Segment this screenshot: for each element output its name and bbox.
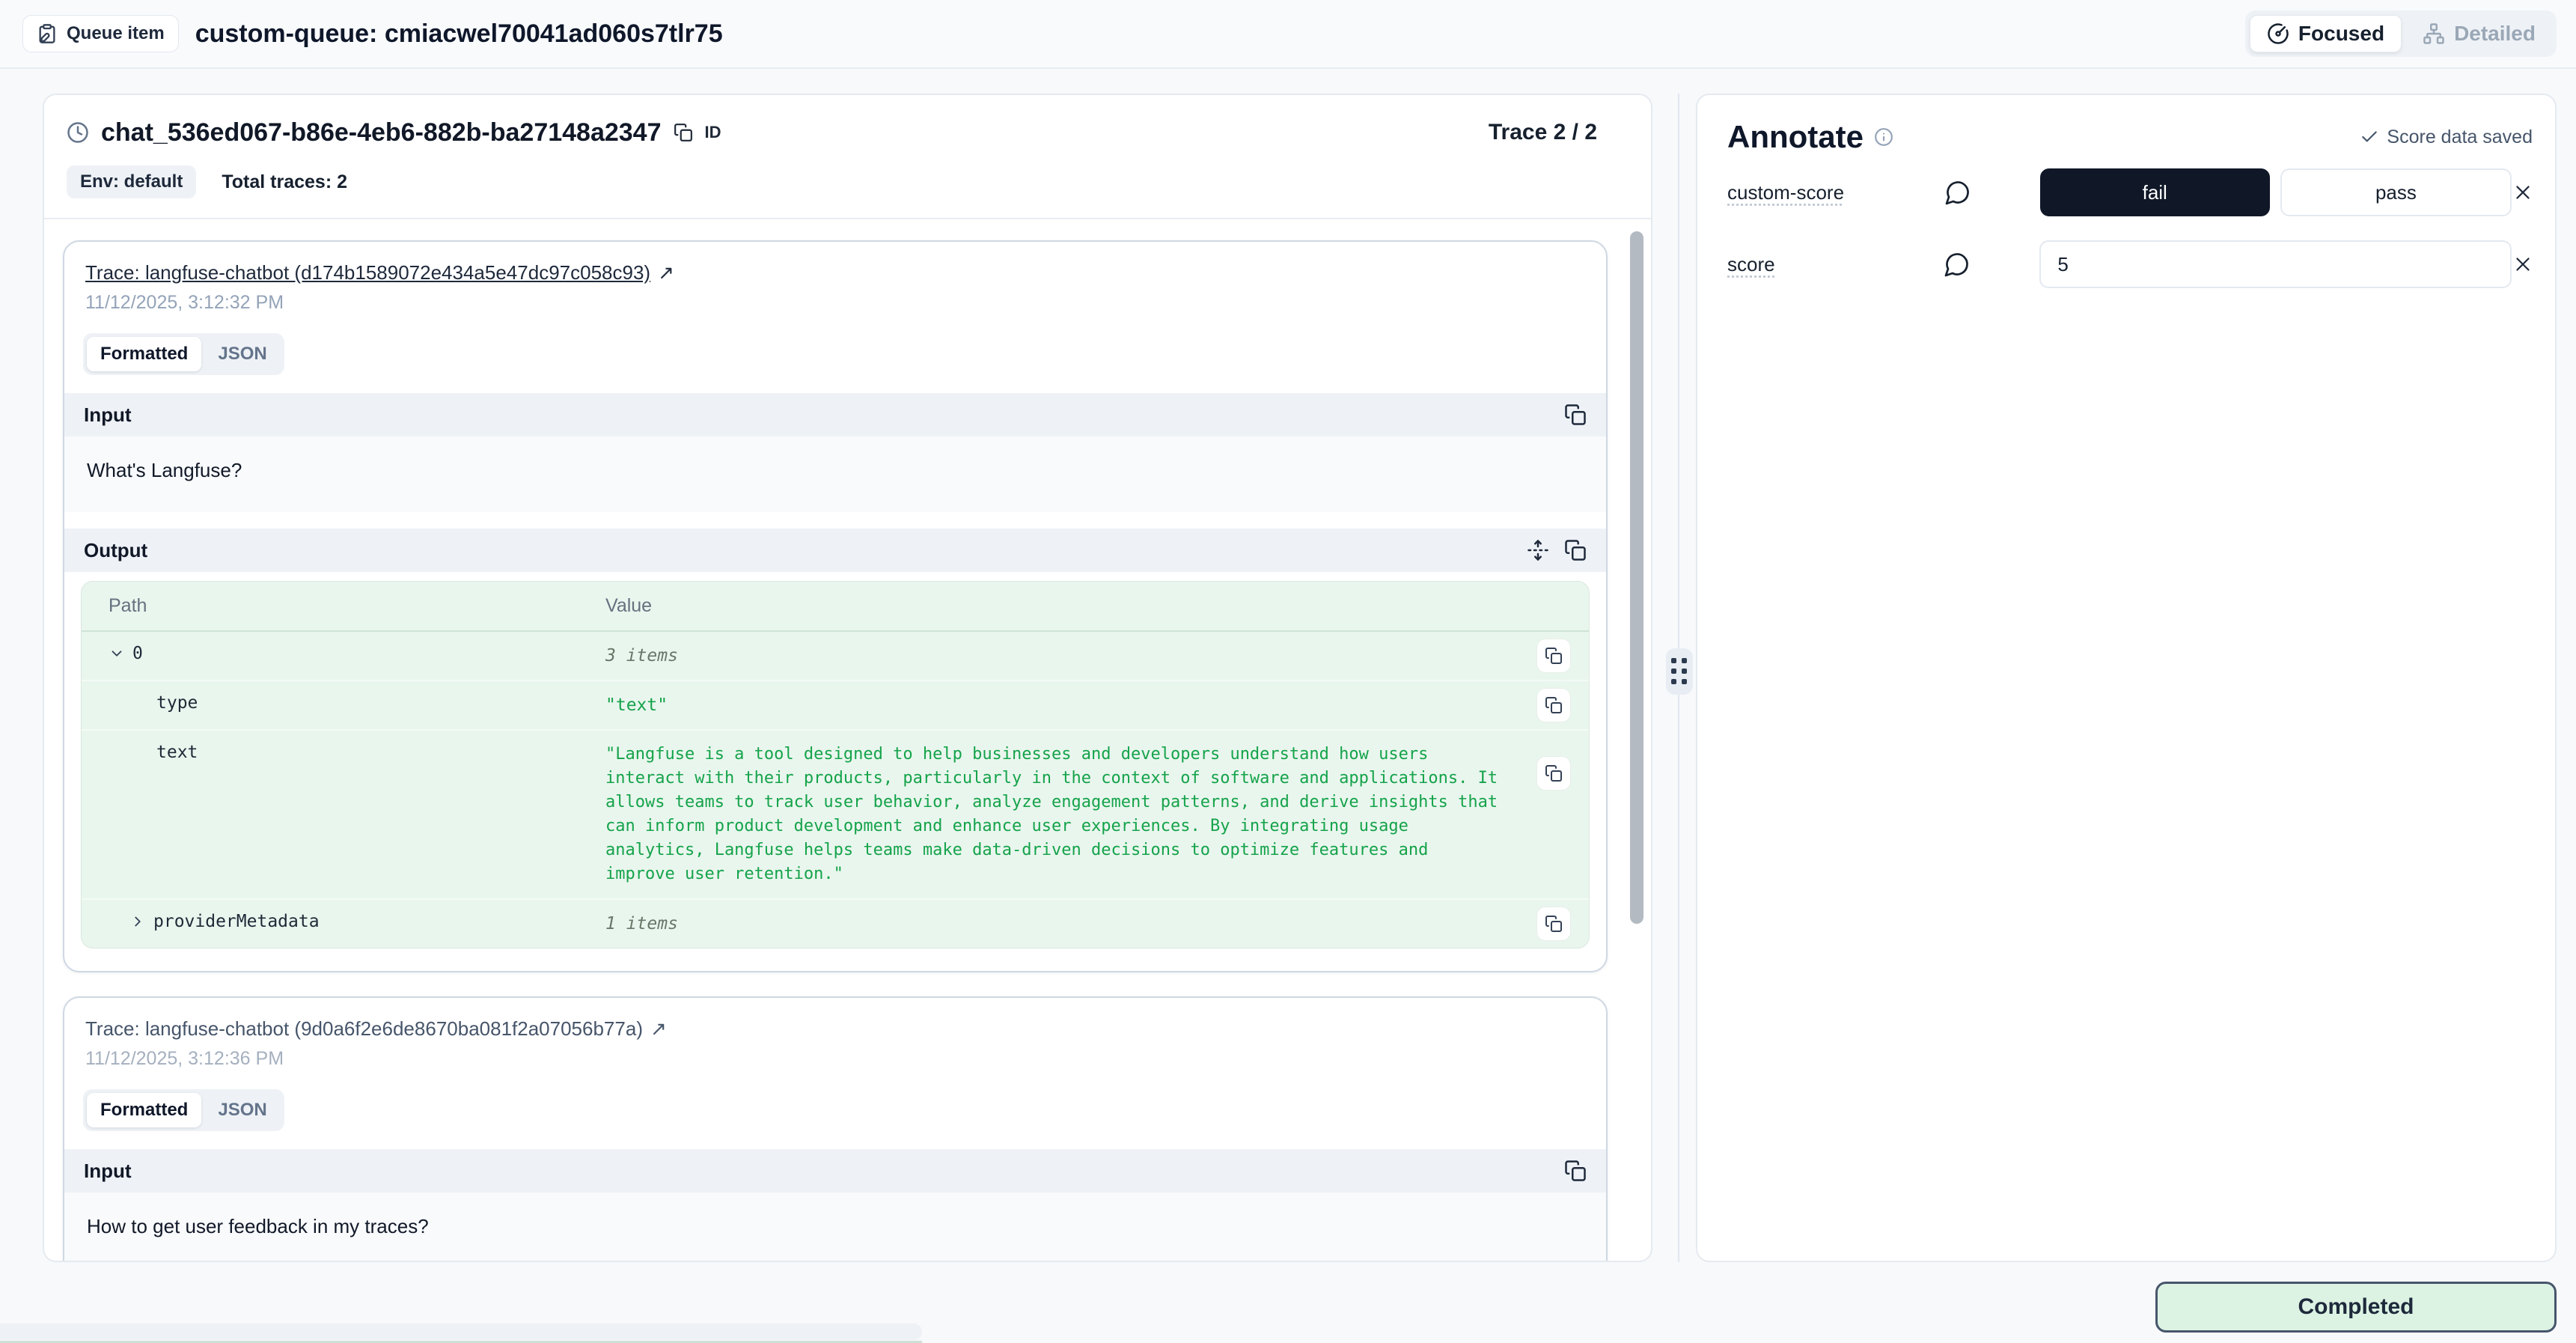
scrollbar-thumb[interactable] xyxy=(1630,231,1643,924)
copy-output-icon[interactable] xyxy=(1564,539,1587,561)
focused-view-label: Focused xyxy=(2298,22,2384,46)
trace-card-2: Trace: langfuse-chatbot (9d0a6f2e6de8670… xyxy=(63,996,1608,1262)
left-panel-scrollbar[interactable] xyxy=(1630,227,1643,1256)
value-items: 1 items xyxy=(605,912,1589,936)
detailed-view-label: Detailed xyxy=(2454,22,2536,46)
output-section-header: Output xyxy=(64,529,1606,572)
queue-item-panel: chat_536ed067-b86e-4eb6-882b-ba27148a234… xyxy=(43,94,1652,1262)
view-mode-toggle: Focused Detailed xyxy=(2245,10,2557,57)
path-key: providerMetadata xyxy=(153,912,320,931)
column-header-value: Value xyxy=(605,595,1589,617)
chevron-right-icon[interactable] xyxy=(129,913,146,930)
tree-hierarchy-icon xyxy=(2423,22,2445,45)
input-text: How to get user feedback in my traces? xyxy=(64,1193,1606,1262)
completed-button[interactable]: Completed xyxy=(2155,1282,2557,1333)
value-items: 3 items xyxy=(605,644,1589,668)
trace-1-link[interactable]: Trace: langfuse-chatbot (d174b1589072e43… xyxy=(85,261,650,284)
gauge-icon xyxy=(2267,22,2289,45)
page-title: custom-queue: cmiacwel70041ad060s7tlr75 xyxy=(195,19,723,49)
input-text: What's Langfuse? xyxy=(64,436,1606,512)
format-tabs: Formatted JSON xyxy=(83,1089,284,1131)
score-label: custom-score xyxy=(1727,181,1944,204)
total-traces-label: Total traces: 2 xyxy=(222,171,347,193)
copy-row-icon[interactable] xyxy=(1536,688,1571,722)
tab-json[interactable]: JSON xyxy=(204,337,280,371)
copy-row-icon[interactable] xyxy=(1536,639,1571,673)
output-label: Output xyxy=(84,539,147,562)
annotate-panel: Annotate Score data saved custom-score f… xyxy=(1696,94,2557,1262)
input-label: Input xyxy=(84,1160,132,1183)
input-section-header: Input xyxy=(64,393,1606,436)
trace-counter: Trace 2 / 2 xyxy=(1489,120,1597,145)
value-string: "Langfuse is a tool designed to help bus… xyxy=(605,743,1589,886)
top-bar: Queue item custom-queue: cmiacwel70041ad… xyxy=(0,0,2576,69)
detailed-view-button[interactable]: Detailed xyxy=(2406,15,2552,52)
format-tabs: Formatted JSON xyxy=(83,333,284,375)
save-status: Score data saved xyxy=(2360,127,2533,148)
queue-item-badge-label: Queue item xyxy=(67,23,165,44)
score-row-custom-score: custom-score fail pass xyxy=(1727,167,2534,218)
tab-formatted[interactable]: Formatted xyxy=(87,1093,201,1127)
pass-option-button[interactable]: pass xyxy=(2280,168,2512,216)
trace-1-timestamp: 11/12/2025, 3:12:32 PM xyxy=(64,284,1606,314)
clock-icon xyxy=(67,121,89,144)
item-header: chat_536ed067-b86e-4eb6-882b-ba27148a234… xyxy=(44,95,1651,219)
save-status-label: Score data saved xyxy=(2387,127,2533,148)
path-key: type xyxy=(156,693,198,713)
comment-bubble-icon[interactable] xyxy=(1944,251,2039,278)
score-label: score xyxy=(1727,253,1944,276)
annotate-title: Annotate xyxy=(1727,119,1864,155)
delete-score-icon[interactable] xyxy=(2512,181,2534,204)
horizontal-scrollbar[interactable] xyxy=(0,1324,922,1340)
resize-grip-handle[interactable] xyxy=(1666,648,1693,695)
external-link-icon: ↗ xyxy=(658,261,674,284)
copy-row-icon[interactable] xyxy=(1536,907,1571,941)
traces-scroll-area[interactable]: Trace: langfuse-chatbot (d174b1589072e43… xyxy=(44,221,1618,1261)
copy-input-icon[interactable] xyxy=(1564,403,1587,426)
info-icon xyxy=(1874,127,1893,147)
env-badge: Env: default xyxy=(67,165,196,198)
trace-card-1: Trace: langfuse-chatbot (d174b1589072e43… xyxy=(63,240,1608,972)
copy-row-icon[interactable] xyxy=(1536,756,1571,791)
expand-vertical-icon[interactable] xyxy=(1527,539,1549,561)
table-row: providerMetadata 1 items xyxy=(82,900,1589,948)
column-header-path: Path xyxy=(82,595,605,617)
item-title: chat_536ed067-b86e-4eb6-882b-ba27148a234… xyxy=(101,118,662,147)
input-section-header: Input xyxy=(64,1149,1606,1193)
input-label: Input xyxy=(84,403,132,427)
path-key: text xyxy=(156,743,198,762)
comment-bubble-icon[interactable] xyxy=(1944,179,2040,206)
queue-item-badge: Queue item xyxy=(22,15,179,52)
table-row: text "Langfuse is a tool designed to hel… xyxy=(82,731,1589,900)
score-row-score: score xyxy=(1727,239,2534,290)
trace-2-link[interactable]: Trace: langfuse-chatbot (9d0a6f2e6de8670… xyxy=(85,1017,643,1041)
fail-option-button[interactable]: fail xyxy=(2040,168,2270,216)
clipboard-pen-icon xyxy=(37,23,58,44)
copy-input-icon[interactable] xyxy=(1564,1160,1587,1182)
chevron-down-icon[interactable] xyxy=(109,645,125,662)
output-json-table: Path Value 0 3 items type "text" xyxy=(81,581,1590,948)
table-row: 0 3 items xyxy=(82,632,1589,681)
copy-id-icon[interactable] xyxy=(674,123,693,142)
check-icon xyxy=(2360,127,2379,147)
external-link-icon: ↗ xyxy=(650,1017,667,1041)
id-label: ID xyxy=(705,123,721,142)
tab-formatted[interactable]: Formatted xyxy=(87,337,201,371)
focused-view-button[interactable]: Focused xyxy=(2250,15,2402,52)
table-row: type "text" xyxy=(82,681,1589,731)
delete-score-icon[interactable] xyxy=(2512,253,2534,275)
score-input[interactable] xyxy=(2039,240,2512,288)
tab-json[interactable]: JSON xyxy=(204,1093,280,1127)
trace-2-timestamp: 11/12/2025, 3:12:36 PM xyxy=(64,1041,1606,1070)
path-key: 0 xyxy=(132,644,143,663)
value-string: "text" xyxy=(605,693,1589,717)
